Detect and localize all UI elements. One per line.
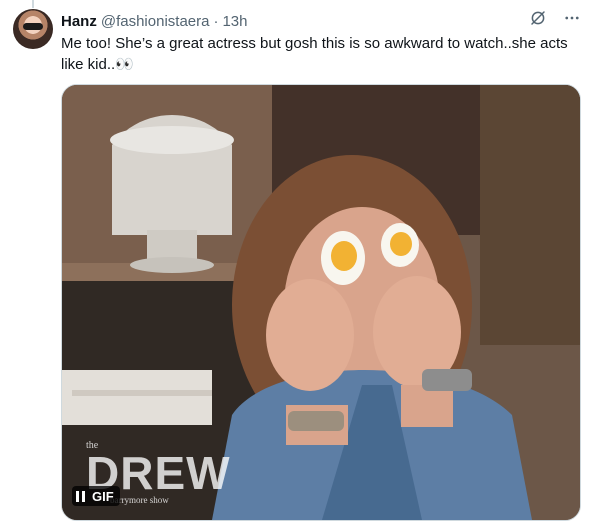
tweet-text: Me too! She’s a great actress but gosh t… xyxy=(61,35,572,73)
thread-connector-line xyxy=(32,0,34,8)
left-hand-shape xyxy=(266,279,354,391)
slash-circle-icon xyxy=(531,11,545,25)
gif-media[interactable]: the DREW barrymore show GIF xyxy=(61,84,581,521)
tweet-actions xyxy=(528,8,582,28)
timestamp[interactable]: 13h xyxy=(222,12,247,32)
folded-cloth-shape xyxy=(62,370,212,425)
avatar[interactable] xyxy=(13,9,53,49)
pause-icon[interactable] xyxy=(76,490,85,502)
grok-button[interactable] xyxy=(528,8,548,28)
author-handle[interactable]: @fashionistaera xyxy=(101,12,210,32)
more-icon xyxy=(565,16,579,20)
author-name[interactable]: Hanz xyxy=(61,12,97,32)
gif-label: GIF xyxy=(92,488,114,504)
more-button[interactable] xyxy=(562,8,582,28)
gif-badge[interactable]: GIF xyxy=(72,486,120,506)
separator-dot: · xyxy=(213,13,219,30)
tweet-header: Hanz @fashionistaera · 13h xyxy=(61,11,588,33)
